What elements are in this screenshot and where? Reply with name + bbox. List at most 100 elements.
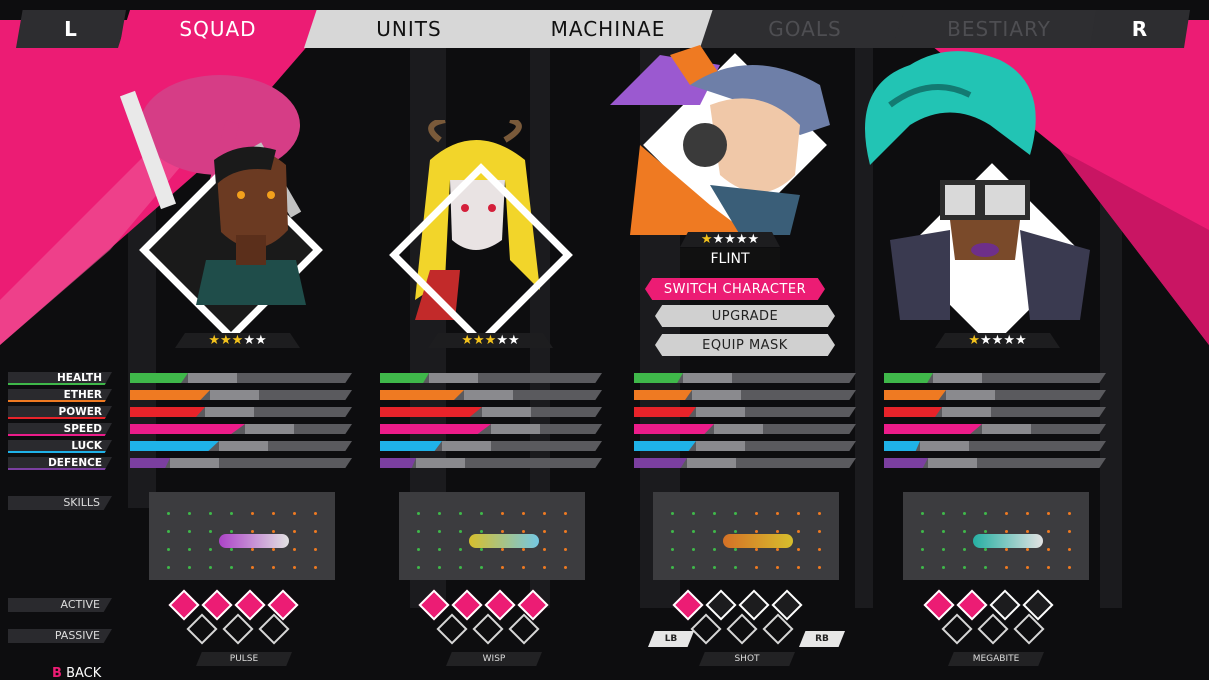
stat-bar-health — [130, 373, 352, 383]
grid-dot — [314, 548, 317, 551]
lb-hint[interactable]: LB — [648, 631, 694, 647]
grid-dot — [543, 566, 546, 569]
grid-dot — [501, 512, 504, 515]
grid-dot — [921, 548, 924, 551]
grid-dot — [734, 566, 737, 569]
rb-hint[interactable]: RB — [799, 631, 845, 647]
grid-dot — [921, 530, 924, 533]
grid-dot — [543, 548, 546, 551]
stat-bar-fill — [130, 424, 245, 434]
grid-dot — [522, 512, 525, 515]
grid-dot — [230, 530, 233, 533]
tab-units[interactable]: UNITS — [304, 10, 514, 48]
grid-dot — [230, 566, 233, 569]
stat-label-power: POWER — [8, 406, 112, 419]
grid-dot — [272, 548, 275, 551]
stat-bar-fill — [634, 390, 692, 400]
tab-bestiary[interactable]: BESTIARY — [892, 10, 1106, 48]
grid-dot — [671, 530, 674, 533]
stat-bar-upgrade-segment — [170, 458, 219, 468]
grid-dot — [1005, 566, 1008, 569]
grid-dot — [713, 530, 716, 533]
stat-label-ether: ETHER — [8, 389, 112, 402]
grid-dot — [1026, 566, 1029, 569]
stat-bar-speed — [130, 424, 352, 434]
grid-dot — [230, 512, 233, 515]
grid-dot — [942, 512, 945, 515]
grid-dot — [1026, 548, 1029, 551]
grid-dot — [671, 512, 674, 515]
character-3-face — [610, 45, 830, 235]
stat-bar-luck — [634, 441, 856, 451]
grid-dot — [963, 530, 966, 533]
stat-bar-fill — [380, 373, 429, 383]
stat-bar-fill — [634, 441, 696, 451]
character-2-stars: ★★★★★ — [428, 333, 553, 348]
tab-machinae[interactable]: MACHINAE — [500, 10, 716, 48]
shoulder-r-button[interactable]: R — [1090, 10, 1190, 48]
stat-bar-upgrade-segment — [692, 390, 741, 400]
selected-character-name: FLINT — [680, 248, 780, 270]
stat-bar-upgrade-segment — [982, 424, 1031, 434]
grid-dot — [755, 566, 758, 569]
stat-bar-ether — [380, 390, 602, 400]
grid-dot — [963, 512, 966, 515]
stat-bar-power — [884, 407, 1106, 417]
grid-dot — [459, 548, 462, 551]
stat-bar-luck — [884, 441, 1106, 451]
stat-bar-speed — [634, 424, 856, 434]
tab-goals[interactable]: GOALS — [700, 10, 910, 48]
switch-character-button[interactable]: SWITCH CHARACTER — [645, 278, 825, 300]
stat-bar-fill — [130, 458, 170, 468]
stat-bar-upgrade-segment — [416, 458, 465, 468]
grid-dot — [167, 548, 170, 551]
grid-dot — [984, 512, 987, 515]
tab-squad[interactable]: SQUAD — [118, 10, 318, 48]
stat-bar-fill — [380, 441, 442, 451]
grid-dot — [251, 548, 254, 551]
grid-dot — [459, 512, 462, 515]
stat-bar-fill — [884, 458, 928, 468]
grid-dot — [713, 548, 716, 551]
grid-dot — [480, 548, 483, 551]
grid-dot — [459, 566, 462, 569]
stat-bar-ether — [634, 390, 856, 400]
grid-dot — [713, 566, 716, 569]
squad-screen: L SQUAD UNITS MACHINAE GOALS BESTIARY R … — [0, 0, 1209, 680]
grid-dot — [797, 548, 800, 551]
grid-dot — [984, 548, 987, 551]
character-3-stars: ★★★★★ — [680, 232, 780, 247]
passive-label: PASSIVE — [8, 629, 112, 643]
upgrade-button[interactable]: UPGRADE — [655, 305, 835, 327]
shoulder-l-button[interactable]: L — [16, 10, 126, 48]
grid-dot — [1026, 530, 1029, 533]
stat-bar-fill — [380, 424, 491, 434]
stat-bar-upgrade-segment — [482, 407, 531, 417]
stat-bar-fill — [884, 441, 920, 451]
back-button[interactable]: B BACK — [52, 666, 101, 680]
grid-dot — [776, 566, 779, 569]
equip-mask-button[interactable]: EQUIP MASK — [655, 334, 835, 356]
stat-bar-upgrade-segment — [245, 424, 294, 434]
grid-dot — [314, 530, 317, 533]
grid-dot — [501, 530, 504, 533]
grid-dot — [564, 548, 567, 551]
grid-dot — [734, 530, 737, 533]
grid-dot — [314, 512, 317, 515]
stat-bar-fill — [130, 390, 210, 400]
grid-dot — [209, 512, 212, 515]
grid-dot — [1047, 566, 1050, 569]
grid-dot — [251, 530, 254, 533]
grid-dot — [438, 512, 441, 515]
stat-label-health: HEALTH — [8, 372, 112, 385]
skill-preview-4 — [903, 492, 1089, 580]
stat-bar-upgrade-segment — [188, 373, 237, 383]
grid-dot — [293, 530, 296, 533]
grid-dot — [230, 548, 233, 551]
stat-bar-upgrade-segment — [928, 458, 977, 468]
stat-bar-upgrade-segment — [942, 407, 991, 417]
grid-dot — [272, 566, 275, 569]
grid-dot — [438, 566, 441, 569]
grid-dot — [713, 512, 716, 515]
grid-dot — [209, 548, 212, 551]
